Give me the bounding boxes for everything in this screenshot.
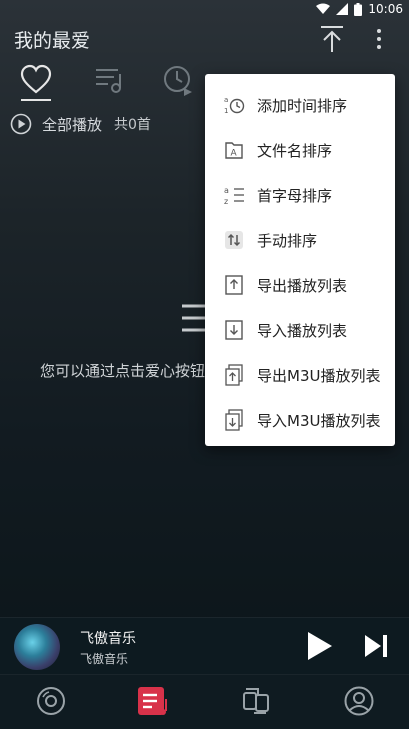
artist-name: 飞傲音乐: [80, 652, 129, 666]
menu-item-label: 导入M3U播放列表: [257, 411, 381, 430]
sort-az-icon: a z: [224, 186, 244, 206]
menu-item-label: 首字母排序: [257, 186, 333, 205]
menu-item-label: 文件名排序: [257, 141, 333, 160]
disc-icon[interactable]: [35, 685, 67, 717]
heart-icon: [20, 64, 52, 94]
svg-text:1: 1: [224, 107, 228, 115]
more-vertical-icon[interactable]: [370, 26, 388, 54]
import-playlist-icon: [225, 320, 243, 340]
import-m3u-icon: [225, 409, 243, 431]
play-all-row[interactable]: 全部播放 共0首: [10, 112, 151, 136]
sort-menu: a 1 添加时间排序 A 文件名排序 a z 首字母排序 手动排序 导出播放列表…: [205, 74, 395, 446]
tab-history[interactable]: [160, 62, 196, 98]
menu-item-import-m3u[interactable]: 导入M3U播放列表: [205, 398, 395, 442]
menu-item-export-m3u[interactable]: 导出M3U播放列表: [205, 353, 395, 397]
mini-player[interactable]: 飞傲音乐 飞傲音乐: [0, 617, 409, 674]
song-title: 飞傲音乐: [80, 631, 136, 647]
export-m3u-icon: [225, 364, 243, 386]
svg-text:a: a: [224, 186, 229, 195]
music-list-icon: [96, 69, 121, 93]
status-time: 10:06: [368, 2, 403, 16]
album-cover[interactable]: [14, 624, 60, 670]
menu-item-import-playlist[interactable]: 导入播放列表: [205, 308, 395, 352]
menu-item-label: 导入播放列表: [257, 321, 348, 340]
tab-favorites[interactable]: [18, 62, 54, 101]
signal-icon: [336, 3, 349, 15]
svg-text:z: z: [224, 197, 228, 206]
menu-item-label: 导出M3U播放列表: [257, 366, 381, 385]
wifi-icon: [316, 3, 331, 14]
menu-item-sort-by-filename[interactable]: A 文件名排序: [205, 128, 395, 172]
playlist-icon[interactable]: [137, 685, 169, 717]
convert-icon[interactable]: [240, 685, 272, 717]
song-count: 共0首: [114, 117, 151, 133]
menu-item-manual-sort[interactable]: 手动排序: [205, 218, 395, 262]
svg-text:a: a: [224, 96, 228, 104]
upload-icon[interactable]: [318, 24, 346, 54]
battery-icon: [354, 2, 363, 16]
sort-manual-icon: [225, 231, 243, 249]
tab-songs[interactable]: [92, 62, 128, 98]
menu-item-sort-by-time[interactable]: a 1 添加时间排序: [205, 83, 395, 127]
svg-text:A: A: [231, 149, 238, 159]
history-clock-icon: [164, 66, 192, 96]
sort-time-icon: a 1: [224, 96, 245, 115]
sort-filename-icon: A: [225, 142, 243, 159]
profile-icon[interactable]: [343, 685, 375, 717]
menu-item-label: 手动排序: [257, 231, 318, 250]
page-title: 我的最爱: [14, 30, 91, 52]
menu-item-label: 导出播放列表: [257, 276, 348, 295]
menu-item-label: 添加时间排序: [257, 96, 348, 115]
bottom-nav: [0, 674, 409, 729]
play-icon[interactable]: [304, 630, 334, 662]
status-bar: 10:06: [0, 0, 409, 20]
play-circle-icon: [10, 113, 32, 135]
skip-next-icon[interactable]: [362, 632, 390, 660]
export-playlist-icon: [225, 275, 243, 295]
menu-item-export-playlist[interactable]: 导出播放列表: [205, 263, 395, 307]
menu-item-sort-by-initial[interactable]: a z 首字母排序: [205, 173, 395, 217]
header: 我的最爱: [0, 20, 409, 60]
play-all-label: 全部播放: [42, 115, 103, 134]
